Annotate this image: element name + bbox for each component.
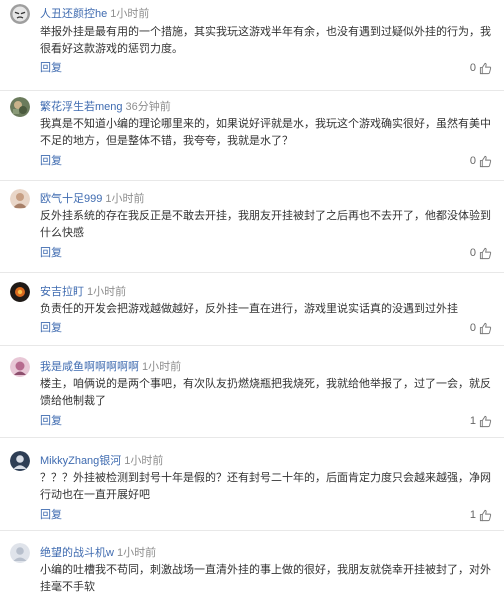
thumbs-up-icon — [479, 62, 492, 74]
like-button[interactable]: 1 — [470, 414, 492, 428]
username[interactable]: 繁花浮生若meng — [40, 101, 123, 113]
timestamp: 1小时前 — [105, 193, 145, 205]
timestamp: 1小时前 — [142, 361, 182, 373]
like-count: 1 — [469, 415, 476, 427]
like-button[interactable]: 0 — [470, 61, 492, 75]
light-avatar[interactable] — [10, 543, 30, 563]
thumbs-up-icon — [479, 247, 492, 259]
username[interactable]: 人丑还颜控he — [40, 8, 107, 20]
reply-button[interactable]: 回复 — [40, 154, 62, 168]
like-button[interactable]: 0 — [470, 154, 492, 168]
like-count: 0 — [469, 247, 476, 259]
username[interactable]: MikkyZhang银河 — [40, 455, 121, 467]
timestamp: 1小时前 — [110, 8, 150, 20]
like-count: 0 — [469, 62, 476, 74]
comment-text: 负责任的开发会把游戏越做越好，反外挂一直在进行，游戏里说实话真的没遇到过外挂 — [40, 303, 458, 315]
comment-text: ？？？外挂被检测到封号十年是假的？还有封号二十年的，后面肯定力度只会越来越强，净… — [40, 472, 491, 501]
thumbs-up-icon — [479, 322, 492, 334]
pink-avatar[interactable] — [10, 357, 30, 377]
comment-text: 我真是不知道小编的理论哪里来的，如果说好评就是水，我玩这个游戏确实很好，虽然有美… — [40, 118, 491, 147]
face-sad-avatar[interactable] — [10, 4, 30, 24]
like-count: 0 — [469, 155, 476, 167]
username[interactable]: 欧气十足999 — [40, 193, 102, 205]
timestamp: 1小时前 — [124, 455, 164, 467]
like-button[interactable]: 1 — [470, 508, 492, 522]
like-count: 0 — [469, 322, 476, 334]
reply-button[interactable]: 回复 — [40, 246, 62, 260]
photo-avatar[interactable] — [10, 97, 30, 117]
like-button[interactable]: 0 — [470, 321, 492, 335]
reply-button[interactable]: 回复 — [40, 414, 62, 428]
dark-avatar[interactable] — [10, 282, 30, 302]
figure-avatar[interactable] — [10, 189, 30, 209]
like-count: 1 — [469, 509, 476, 521]
timestamp: 36分钟前 — [125, 101, 171, 113]
comment-item: MikkyZhang银河 1小时前 ？？？外挂被检测到封号十年是假的？还有封号二十… — [0, 438, 504, 530]
comment-item: 绝望的战斗机w 1小时前 小编的吐槽我不苟同，刺激战场一直清外挂的事上做的很好，我… — [0, 531, 504, 594]
reply-button[interactable]: 回复 — [40, 61, 62, 75]
username[interactable]: 绝望的战斗机w — [40, 547, 114, 559]
thumbs-up-icon — [479, 509, 492, 521]
comment-text: 举报外挂是最有用的一个措施，其实我玩这游戏半年有余，也没有遇到过疑似外挂的行为，… — [40, 26, 491, 55]
like-button[interactable]: 0 — [470, 246, 492, 260]
comment-text: 楼主，咱俩说的是两个事吧，有次队友扔燃烧瓶把我烧死，我就给他举报了，过了一会，就… — [40, 378, 491, 407]
timestamp: 1小时前 — [116, 547, 157, 559]
thumbs-up-icon — [479, 155, 492, 167]
comment-item: 人丑还颜控he 1小时前 举报外挂是最有用的一个措施，其实我玩这游戏半年有余，也没… — [0, 0, 504, 92]
comment-item: 我是咸鱼啊啊啊啊啊 1小时前 楼主，咱俩说的是两个事吧，有次队友扔燃烧瓶把我烧死，… — [0, 346, 504, 438]
reply-button[interactable]: 回复 — [40, 508, 62, 522]
username[interactable]: 我是咸鱼啊啊啊啊啊 — [40, 361, 139, 373]
timestamp: 1小时前 — [87, 286, 127, 298]
thumbs-up-icon — [479, 415, 492, 427]
username[interactable]: 安吉拉盯 — [40, 286, 84, 298]
comment-text: 小编的吐槽我不苟同，刺激战场一直清外挂的事上做的很好，我朋友就侥幸开挂被封了，对… — [40, 564, 491, 593]
comment-item: 安吉拉盯 1小时前 负责任的开发会把游戏越做越好，反外挂一直在进行，游戏里说实话真… — [0, 273, 504, 345]
comment-item: 繁花浮生若meng 36分钟前 我真是不知道小编的理论哪里来的，如果说好评就是水，… — [0, 91, 504, 183]
comment-text: 反外挂系统的存在我反正是不敢去开挂，我朋友开挂被封了之后再也不去开了，他都没体验… — [40, 210, 491, 239]
comment-item: 欧气十足999 1小时前 反外挂系统的存在我反正是不敢去开挂，我朋友开挂被封了之后… — [0, 181, 504, 273]
reply-button[interactable]: 回复 — [40, 321, 62, 335]
person-avatar[interactable] — [10, 451, 30, 471]
